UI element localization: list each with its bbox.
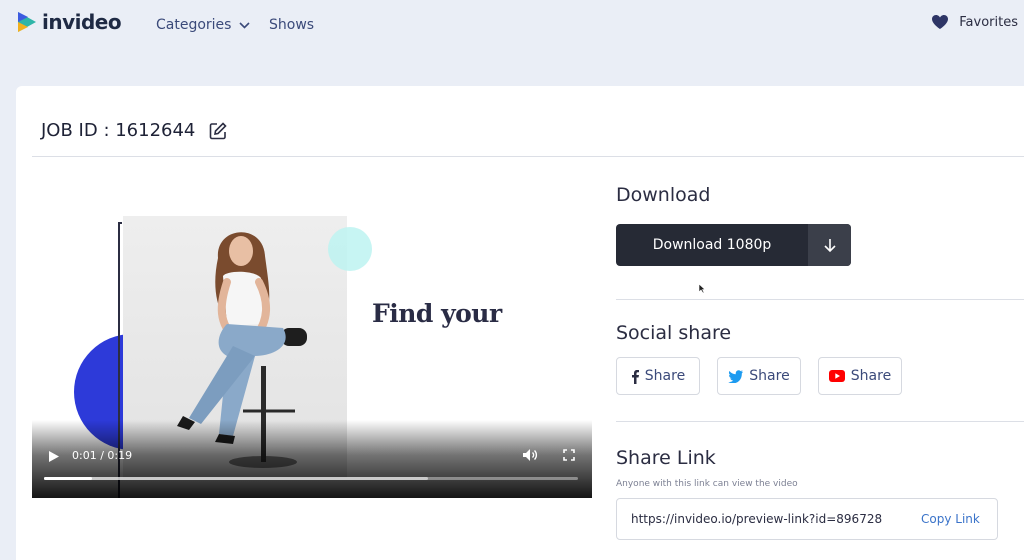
job-id-title: JOB ID : 1612644 xyxy=(41,120,196,141)
edit-icon[interactable] xyxy=(209,121,228,140)
logo-text: invideo xyxy=(42,10,122,34)
download-1080p-button[interactable]: Download 1080p xyxy=(616,224,808,266)
nav-categories-label: Categories xyxy=(156,17,232,33)
mouse-cursor-icon xyxy=(698,283,706,294)
facebook-share-label: Share xyxy=(644,368,686,384)
copy-link-button[interactable]: Copy Link xyxy=(921,512,980,526)
teal-circle-shape xyxy=(328,227,372,271)
nav-shows[interactable]: Shows xyxy=(269,17,314,33)
job-card: JOB ID : 1612644 Find your 0:01 / 0:19 D… xyxy=(16,86,1024,560)
favorites-label: Favorites xyxy=(959,14,1018,30)
share-link-title: Share Link xyxy=(616,447,716,469)
heart-icon xyxy=(932,15,949,29)
video-progress-track[interactable] xyxy=(44,477,578,480)
facebook-share-button[interactable]: Share xyxy=(616,357,700,395)
fullscreen-icon[interactable] xyxy=(563,449,575,461)
twitter-icon xyxy=(728,369,744,383)
youtube-icon xyxy=(828,370,845,382)
logo-mark-icon xyxy=(18,12,36,32)
header-divider xyxy=(32,156,1024,157)
social-divider xyxy=(616,421,1024,422)
chevron-down-icon xyxy=(239,21,251,29)
nav-shows-label: Shows xyxy=(269,17,315,33)
volume-icon[interactable] xyxy=(522,448,538,462)
video-time: 0:01 / 0:19 xyxy=(72,449,133,462)
video-progress-bar xyxy=(44,477,93,480)
play-icon[interactable] xyxy=(48,450,60,463)
download-divider xyxy=(616,299,1024,300)
social-share-title: Social share xyxy=(616,322,732,344)
youtube-share-label: Share xyxy=(850,368,892,384)
download-options-button[interactable] xyxy=(808,224,851,266)
facebook-icon xyxy=(631,369,639,384)
twitter-share-label: Share xyxy=(749,368,790,384)
share-link-url[interactable]: https://invideo.io/preview-link?id=89672… xyxy=(631,512,882,526)
youtube-share-button[interactable]: Share xyxy=(818,357,902,395)
download-title: Download xyxy=(616,184,711,206)
nav-categories[interactable]: Categories xyxy=(156,17,251,33)
video-overlay-text: Find your xyxy=(372,299,502,328)
job-header: JOB ID : 1612644 xyxy=(41,120,228,141)
video-buffer-bar xyxy=(44,477,429,480)
arrow-down-icon xyxy=(823,238,836,252)
invideo-logo[interactable]: invideo xyxy=(16,10,122,34)
favorites-link[interactable]: Favorites xyxy=(931,14,1018,30)
twitter-share-button[interactable]: Share xyxy=(717,357,801,395)
share-link-hint: Anyone with this link can view the video xyxy=(616,479,798,489)
video-controls: 0:01 / 0:19 xyxy=(32,420,592,498)
download-button[interactable]: Download 1080p xyxy=(616,224,851,266)
video-player[interactable]: Find your 0:01 / 0:19 xyxy=(32,176,592,498)
share-link-box: https://invideo.io/preview-link?id=89672… xyxy=(616,498,998,540)
top-nav: invideo Categories Shows Favorites xyxy=(0,0,1024,50)
